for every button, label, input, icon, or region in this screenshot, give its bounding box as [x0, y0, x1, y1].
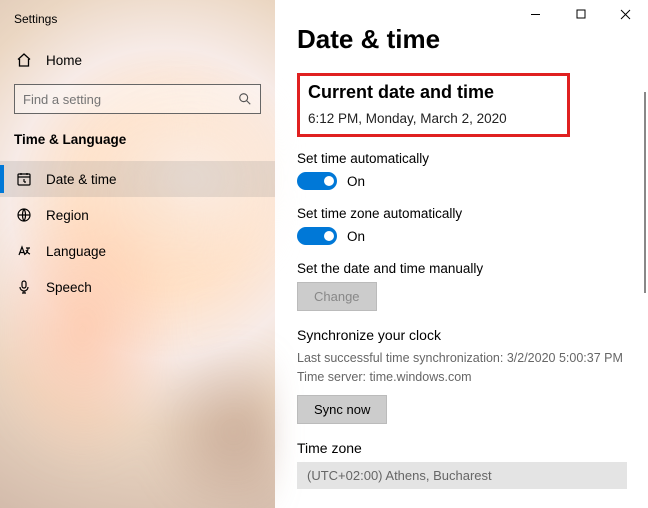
window-controls — [513, 0, 648, 28]
app-title: Settings — [0, 12, 275, 44]
change-button[interactable]: Change — [297, 282, 377, 311]
page-title: Date & time — [297, 24, 648, 55]
sync-last: Last successful time synchronization: 3/… — [297, 349, 648, 368]
toggle-state: On — [347, 229, 365, 244]
tz-heading: Time zone — [297, 440, 648, 456]
home-nav[interactable]: Home — [0, 44, 275, 76]
auto-time-setting: Set time automatically On — [297, 151, 648, 190]
sidebar-item-label: Region — [46, 208, 89, 223]
sidebar: Settings Home Time & Language — [0, 0, 275, 508]
scrollbar[interactable] — [644, 92, 646, 293]
home-label: Home — [46, 53, 82, 68]
auto-tz-setting: Set time zone automatically On — [297, 206, 648, 245]
timezone-section: Time zone (UTC+02:00) Athens, Bucharest — [297, 440, 648, 489]
auto-time-label: Set time automatically — [297, 151, 648, 166]
home-icon — [16, 52, 32, 68]
manual-setting: Set the date and time manually Change — [297, 261, 648, 311]
sidebar-item-label: Language — [46, 244, 106, 259]
minimize-button[interactable] — [513, 0, 558, 28]
sync-clock-section: Synchronize your clock Last successful t… — [297, 327, 648, 424]
sidebar-item-language[interactable]: Language — [0, 233, 275, 269]
timezone-value: (UTC+02:00) Athens, Bucharest — [307, 468, 492, 483]
main-content: Date & time Current date and time 6:12 P… — [275, 0, 648, 508]
section-title: Time & Language — [0, 132, 275, 161]
current-datetime-value: 6:12 PM, Monday, March 2, 2020 — [308, 111, 507, 126]
clock-icon — [16, 171, 32, 187]
search-icon — [238, 92, 252, 106]
microphone-icon — [16, 279, 32, 295]
auto-tz-toggle[interactable]: On — [297, 227, 648, 245]
maximize-button[interactable] — [558, 0, 603, 28]
sidebar-item-label: Speech — [46, 280, 92, 295]
globe-icon — [16, 207, 32, 223]
sync-heading: Synchronize your clock — [297, 327, 648, 343]
language-icon — [16, 243, 32, 259]
auto-time-toggle[interactable]: On — [297, 172, 648, 190]
search-box[interactable] — [14, 84, 261, 114]
toggle-state: On — [347, 174, 365, 189]
sidebar-item-label: Date & time — [46, 172, 117, 187]
current-heading: Current date and time — [308, 82, 507, 103]
current-datetime-highlight: Current date and time 6:12 PM, Monday, M… — [297, 73, 570, 137]
sidebar-item-region[interactable]: Region — [0, 197, 275, 233]
sync-server: Time server: time.windows.com — [297, 368, 648, 387]
settings-window: Settings Home Time & Language — [0, 0, 648, 508]
sync-now-button[interactable]: Sync now — [297, 395, 387, 424]
sidebar-item-date-time[interactable]: Date & time — [0, 161, 275, 197]
manual-label: Set the date and time manually — [297, 261, 648, 276]
auto-tz-label: Set time zone automatically — [297, 206, 648, 221]
sidebar-item-speech[interactable]: Speech — [0, 269, 275, 305]
timezone-select[interactable]: (UTC+02:00) Athens, Bucharest — [297, 462, 627, 489]
search-input[interactable] — [23, 92, 218, 107]
close-button[interactable] — [603, 0, 648, 28]
